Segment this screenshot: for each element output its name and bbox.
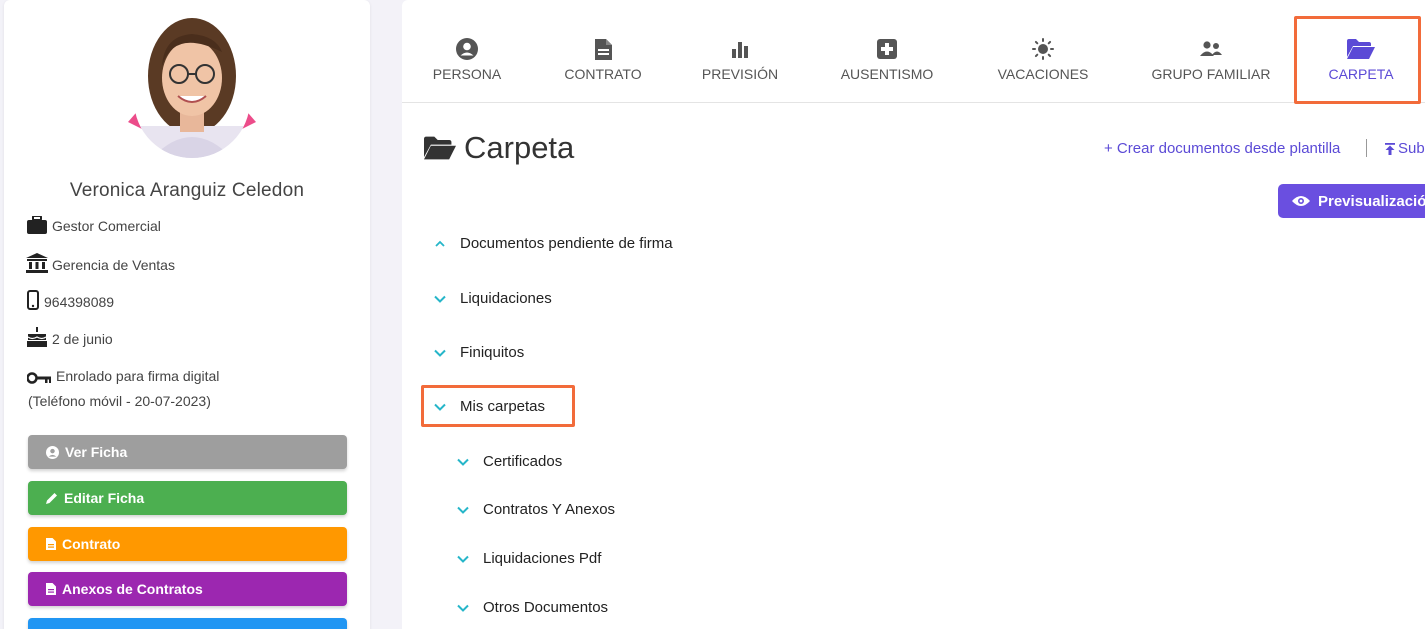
edit-profile-label: Editar Ficha (64, 490, 145, 506)
chevron-down-icon (457, 504, 469, 516)
edit-profile-button[interactable]: Editar Ficha (28, 481, 347, 515)
tab-prevision-label: PREVISIÓN (701, 66, 779, 82)
chevron-down-icon (434, 293, 446, 305)
chevron-down-icon (457, 602, 469, 614)
document-icon (594, 38, 612, 60)
tree-item-certificados[interactable]: Certificados (457, 453, 562, 470)
tab-ausentismo[interactable]: AUSENTISMO (835, 38, 939, 82)
contract-annexes-label: Anexos de Contratos (62, 581, 203, 597)
position-text: Gestor Comercial (52, 218, 161, 234)
signature-row: Enrolado para firma digital (26, 368, 219, 384)
tree-item-liquidaciones-pdf[interactable]: Liquidaciones Pdf (457, 550, 601, 567)
tab-persona-label: PERSONA (432, 66, 502, 82)
contract-label: Contrato (62, 536, 121, 552)
birthday-cake-icon (26, 327, 48, 347)
tree-item-documentos-pendientes[interactable]: Documentos pendiente de firma (434, 235, 673, 252)
page-title: Carpeta (424, 130, 574, 166)
signature-detail-text: (Teléfono móvil - 20-07-2023) (28, 393, 211, 409)
tree-item-label: Otros Documentos (483, 599, 609, 616)
tab-prevision[interactable]: PREVISIÓN (700, 38, 780, 82)
tree-item-label: Certificados (483, 453, 563, 470)
tree-item-liquidaciones[interactable]: Liquidaciones (434, 290, 552, 307)
tree-item-label: Liquidaciones (460, 290, 552, 307)
briefcase-icon (26, 216, 48, 234)
upload-link-label: Sub (1398, 140, 1425, 157)
chevron-up-icon (434, 238, 446, 250)
upload-link[interactable]: Sub (1385, 140, 1425, 157)
tree-item-label: Liquidaciones Pdf (483, 550, 602, 567)
medical-cross-icon (877, 38, 897, 60)
tree-item-finiquitos[interactable]: Finiquitos (434, 344, 524, 361)
chevron-down-icon (457, 553, 469, 565)
pencil-icon (46, 493, 57, 504)
tab-grupo-familiar-label: GRUPO FAMILIAR (1151, 66, 1271, 82)
upload-icon (1385, 142, 1395, 155)
tab-contrato-label: CONTRATO (564, 66, 642, 82)
signature-status-text: Enrolado para firma digital (56, 368, 220, 384)
birthday-text: 2 de junio (52, 331, 113, 347)
create-from-template-link[interactable]: + Crear documentos desde plantilla (1104, 140, 1340, 157)
position-row: Gestor Comercial (26, 216, 161, 234)
additional-action-button[interactable] (28, 618, 347, 629)
tree-item-label: Finiquitos (460, 344, 525, 361)
folder-open-icon (424, 136, 456, 160)
mobile-phone-icon (26, 290, 40, 310)
department-row: Gerencia de Ventas (26, 253, 175, 273)
link-divider (1366, 139, 1367, 157)
contract-annexes-button[interactable]: Anexos de Contratos (28, 572, 347, 606)
document-icon (46, 538, 56, 550)
tab-contrato[interactable]: CONTRATO (559, 38, 647, 82)
tab-ausentismo-label: AUSENTISMO (840, 66, 934, 82)
mis-carpetas-highlight (421, 385, 575, 427)
tab-grupo-familiar[interactable]: GRUPO FAMILIAR (1148, 38, 1274, 82)
profile-card: Veronica Aranguiz Celedon Gestor Comerci… (4, 0, 370, 629)
chevron-down-icon (457, 456, 469, 468)
profile-name: Veronica Aranguiz Celedon (69, 180, 305, 201)
sun-icon (1032, 38, 1054, 60)
tab-vacaciones[interactable]: VACACIONES (994, 38, 1092, 82)
view-profile-label: Ver Ficha (65, 444, 128, 460)
contract-button[interactable]: Contrato (28, 527, 347, 561)
department-text: Gerencia de Ventas (52, 257, 175, 273)
chevron-down-icon (434, 347, 446, 359)
tab-persona[interactable]: PERSONA (432, 38, 502, 82)
key-icon (26, 372, 52, 384)
user-circle-icon (46, 445, 59, 459)
tree-item-label: Documentos pendiente de firma (460, 235, 673, 252)
people-icon (1199, 38, 1223, 60)
phone-row: 964398089 (26, 290, 114, 310)
tree-item-otros-documentos[interactable]: Otros Documentos (457, 599, 608, 616)
eye-icon (1292, 196, 1310, 206)
bank-icon (26, 253, 48, 273)
document-icon (46, 583, 56, 595)
avatar (128, 16, 256, 160)
birthday-row: 2 de junio (26, 327, 113, 347)
preview-button[interactable]: Previsualizació (1278, 184, 1425, 218)
page-title-text: Carpeta (464, 130, 575, 165)
tree-item-contratos-anexos[interactable]: Contratos Y Anexos (457, 501, 615, 518)
tree-item-label: Contratos Y Anexos (483, 501, 616, 518)
active-tab-highlight (1294, 16, 1421, 104)
avatar-photo (134, 16, 250, 158)
preview-button-label: Previsualizació (1318, 192, 1425, 210)
view-profile-button[interactable]: Ver Ficha (28, 435, 347, 469)
tab-vacaciones-label: VACACIONES (997, 66, 1089, 82)
tab-bar: PERSONA CONTRATO PREVISIÓN AUSENTISMO VA… (402, 0, 1425, 104)
main-panel: PERSONA CONTRATO PREVISIÓN AUSENTISMO VA… (402, 0, 1425, 629)
person-icon (456, 38, 478, 60)
bar-chart-icon (731, 38, 749, 60)
phone-text: 964398089 (44, 294, 115, 310)
